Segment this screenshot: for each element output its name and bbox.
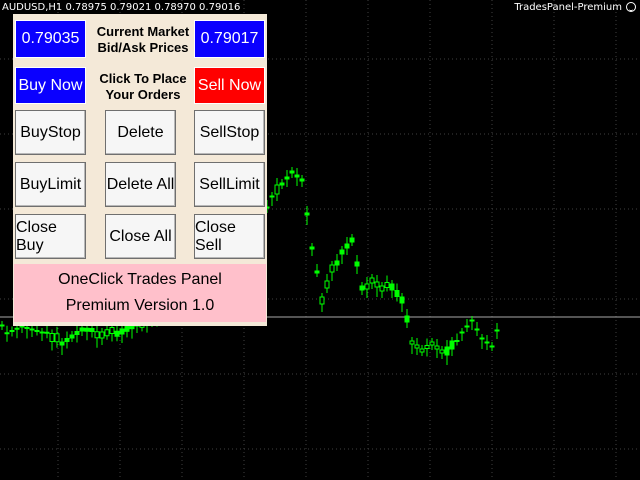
candle-body (4, 332, 10, 335)
candle-body (29, 328, 35, 331)
candle-body (49, 333, 55, 342)
candle-body (104, 329, 110, 337)
candle-body (99, 331, 105, 339)
candle-body (304, 212, 310, 216)
buy-limit-button[interactable]: BuyLimit (15, 162, 86, 207)
candle-body (464, 325, 470, 328)
candle-body (54, 333, 60, 343)
candle-body (0, 324, 5, 327)
candle-body (439, 349, 445, 354)
trades-panel: 0.79035 Current Market Bid/Ask Prices 0.… (13, 14, 267, 326)
candle-body (124, 325, 130, 332)
candle-body (314, 270, 320, 274)
candle-body (449, 340, 455, 350)
close-buy-button[interactable]: Close Buy (15, 214, 86, 259)
delete-button[interactable]: Delete (105, 110, 176, 155)
candle-body (309, 246, 315, 250)
candle-body (114, 330, 120, 337)
candle-body (454, 340, 460, 342)
candle-body (279, 182, 285, 186)
candle-body (329, 264, 335, 273)
candle-body (294, 174, 300, 178)
expert-advisor-name: TradesPanel-Premium (514, 2, 622, 13)
version-box: OneClick Trades Panel Premium Version 1.… (14, 264, 266, 322)
orders-caption-line1: Click To Place (99, 71, 187, 86)
orders-caption-line2: Your Orders (105, 87, 181, 102)
candle-body (369, 277, 375, 284)
sell-limit-button[interactable]: SellLimit (194, 162, 265, 207)
candle-body (484, 341, 490, 344)
prices-caption-line1: Current Market (96, 24, 190, 39)
candle-body (389, 283, 395, 291)
buy-stop-button[interactable]: BuyStop (15, 110, 86, 155)
symbol-ohlc-label: AUDUSD,H1 0.78975 0.79021 0.78970 0.7901… (2, 2, 241, 13)
candle-body (409, 340, 415, 345)
candle-body (459, 331, 465, 334)
version-title: OneClick Trades Panel (58, 271, 222, 288)
bid-price-display: 0.79035 (15, 20, 86, 58)
buy-now-button[interactable]: Buy Now (15, 67, 86, 104)
candle-body (39, 331, 45, 334)
candle-body (289, 170, 295, 174)
candle-body (339, 249, 345, 255)
orders-caption: Click To Place Your Orders (90, 71, 196, 103)
candle-body (469, 319, 475, 322)
version-subtitle: Premium Version 1.0 (65, 297, 215, 314)
candle-body (284, 176, 290, 180)
close-all-button[interactable]: Close All (105, 214, 176, 259)
close-sell-button[interactable]: Close Sell (194, 214, 265, 259)
candle-body (364, 283, 370, 290)
delete-all-button[interactable]: Delete All (105, 162, 176, 207)
candle-body (19, 325, 25, 328)
candle-body (269, 195, 275, 198)
candle-body (274, 184, 280, 195)
candle-body (419, 348, 425, 353)
candle-body (424, 345, 430, 349)
prices-caption-line2: Bid/Ask Prices (97, 40, 189, 55)
candle-body (109, 327, 115, 334)
candle-body (14, 327, 20, 330)
smiley-face-icon[interactable] (626, 2, 636, 12)
sell-now-button[interactable]: Sell Now (194, 67, 265, 104)
candle-body (354, 261, 360, 267)
candle-body (489, 345, 495, 348)
candle-body (399, 296, 405, 304)
candle-body (44, 331, 50, 334)
candle-body (334, 260, 340, 266)
sell-stop-button[interactable]: SellStop (194, 110, 265, 155)
candle-body (94, 331, 100, 339)
candle-body (404, 315, 410, 323)
candle-body (9, 330, 15, 332)
candle-body (494, 329, 500, 332)
candle-body (384, 282, 390, 288)
candle-body (84, 327, 90, 332)
candle-body (394, 290, 400, 297)
candle-body (119, 328, 125, 335)
candle-body (299, 178, 305, 182)
prices-caption: Current Market Bid/Ask Prices (90, 24, 196, 56)
candle-body (64, 338, 70, 342)
candle-body (59, 341, 65, 346)
candle-body (319, 296, 325, 305)
candle-body (434, 345, 440, 350)
candle-body (74, 331, 80, 335)
candle-body (379, 285, 385, 292)
candle-body (69, 334, 75, 339)
candle-body (474, 328, 480, 331)
candle-body (374, 281, 380, 288)
candle-body (444, 346, 450, 356)
ask-price-display: 0.79017 (194, 20, 265, 58)
candle-body (324, 280, 330, 289)
candle-body (479, 337, 485, 340)
candle-body (34, 330, 40, 332)
candle-body (349, 237, 355, 243)
candle-body (344, 243, 350, 249)
candle-body (429, 341, 435, 346)
candle-body (79, 327, 85, 332)
candle-body (359, 285, 365, 291)
candle-body (89, 328, 95, 332)
candle-body (414, 344, 420, 349)
candle-body (24, 327, 30, 329)
